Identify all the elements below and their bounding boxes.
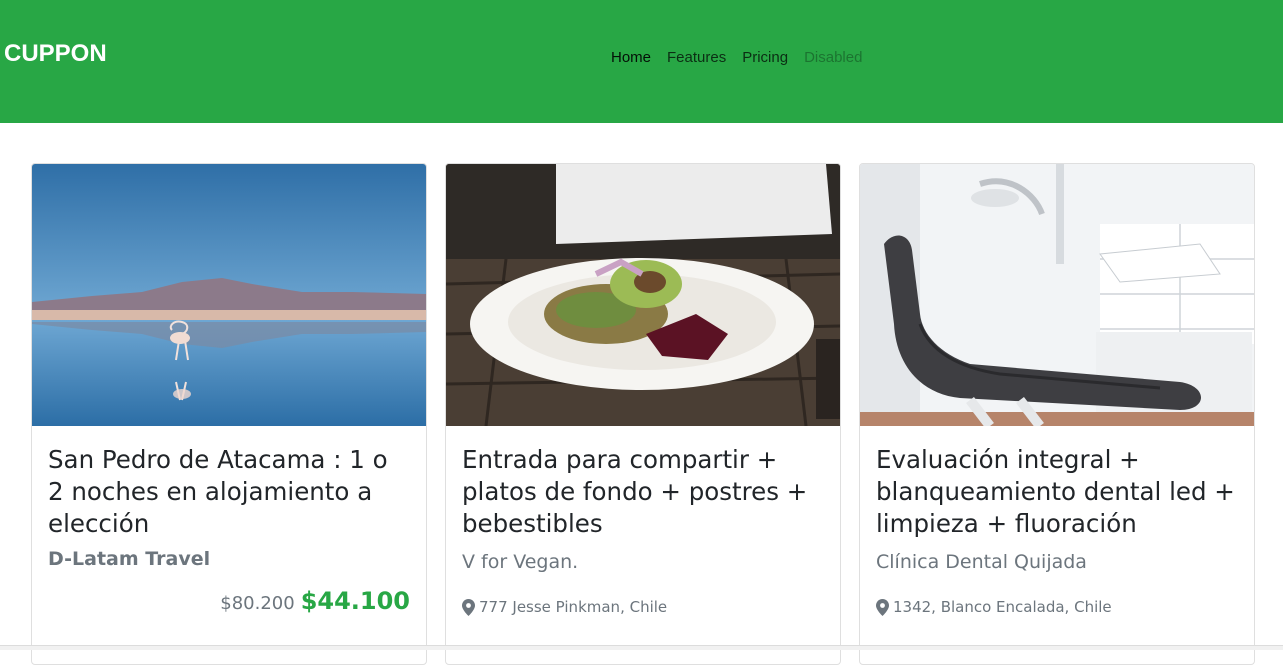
card-image-salt-lake[interactable] xyxy=(32,164,426,426)
horizontal-scrollbar[interactable] xyxy=(0,645,1283,650)
old-price: $80.200 xyxy=(220,593,295,614)
new-price: $44.100 xyxy=(300,587,410,615)
map-marker-icon xyxy=(876,598,889,616)
location-text: 777 Jesse Pinkman, Chile xyxy=(479,598,668,616)
nav-link-home[interactable]: Home xyxy=(603,47,659,68)
map-marker-icon xyxy=(462,598,475,616)
card-image-dental[interactable] xyxy=(860,164,1254,426)
company-name: Clínica Dental Quijada xyxy=(876,551,1087,573)
nav-link-features[interactable]: Features xyxy=(659,47,734,68)
card-image-vegan-plate[interactable] xyxy=(446,164,840,426)
company-name: V for Vegan. xyxy=(462,551,579,573)
deal-card[interactable]: Entrada para compartir + platos de fondo… xyxy=(445,163,841,665)
card-title[interactable]: San Pedro de Atacama : 1 o 2 noches en a… xyxy=(48,444,408,540)
nav-link-pricing[interactable]: Pricing xyxy=(734,47,796,68)
salt-lake-flamingo-image xyxy=(32,164,426,426)
deal-card[interactable]: San Pedro de Atacama : 1 o 2 noches en a… xyxy=(31,163,427,665)
location-text: 1342, Blanco Encalada, Chile xyxy=(893,598,1112,616)
company-name: D-Latam Travel xyxy=(48,548,211,570)
dental-chair-image xyxy=(860,164,1254,426)
vegan-salad-plate-image xyxy=(446,164,840,426)
price-block: $80.200 $44.100 xyxy=(220,587,410,615)
nav-link-disabled: Disabled xyxy=(804,49,863,66)
card-title[interactable]: Entrada para compartir + platos de fondo… xyxy=(462,444,822,540)
brand-logo[interactable]: CUPPON xyxy=(4,40,107,68)
deal-card[interactable]: Evaluación integral + blanqueamiento den… xyxy=(859,163,1255,665)
main-nav: Home Features Pricing Disabled xyxy=(603,47,870,68)
location: 777 Jesse Pinkman, Chile xyxy=(462,598,667,616)
location: 1342, Blanco Encalada, Chile xyxy=(876,598,1112,616)
navbar: CUPPON Home Features Pricing Disabled xyxy=(0,0,1283,123)
card-title[interactable]: Evaluación integral + blanqueamiento den… xyxy=(876,444,1236,540)
